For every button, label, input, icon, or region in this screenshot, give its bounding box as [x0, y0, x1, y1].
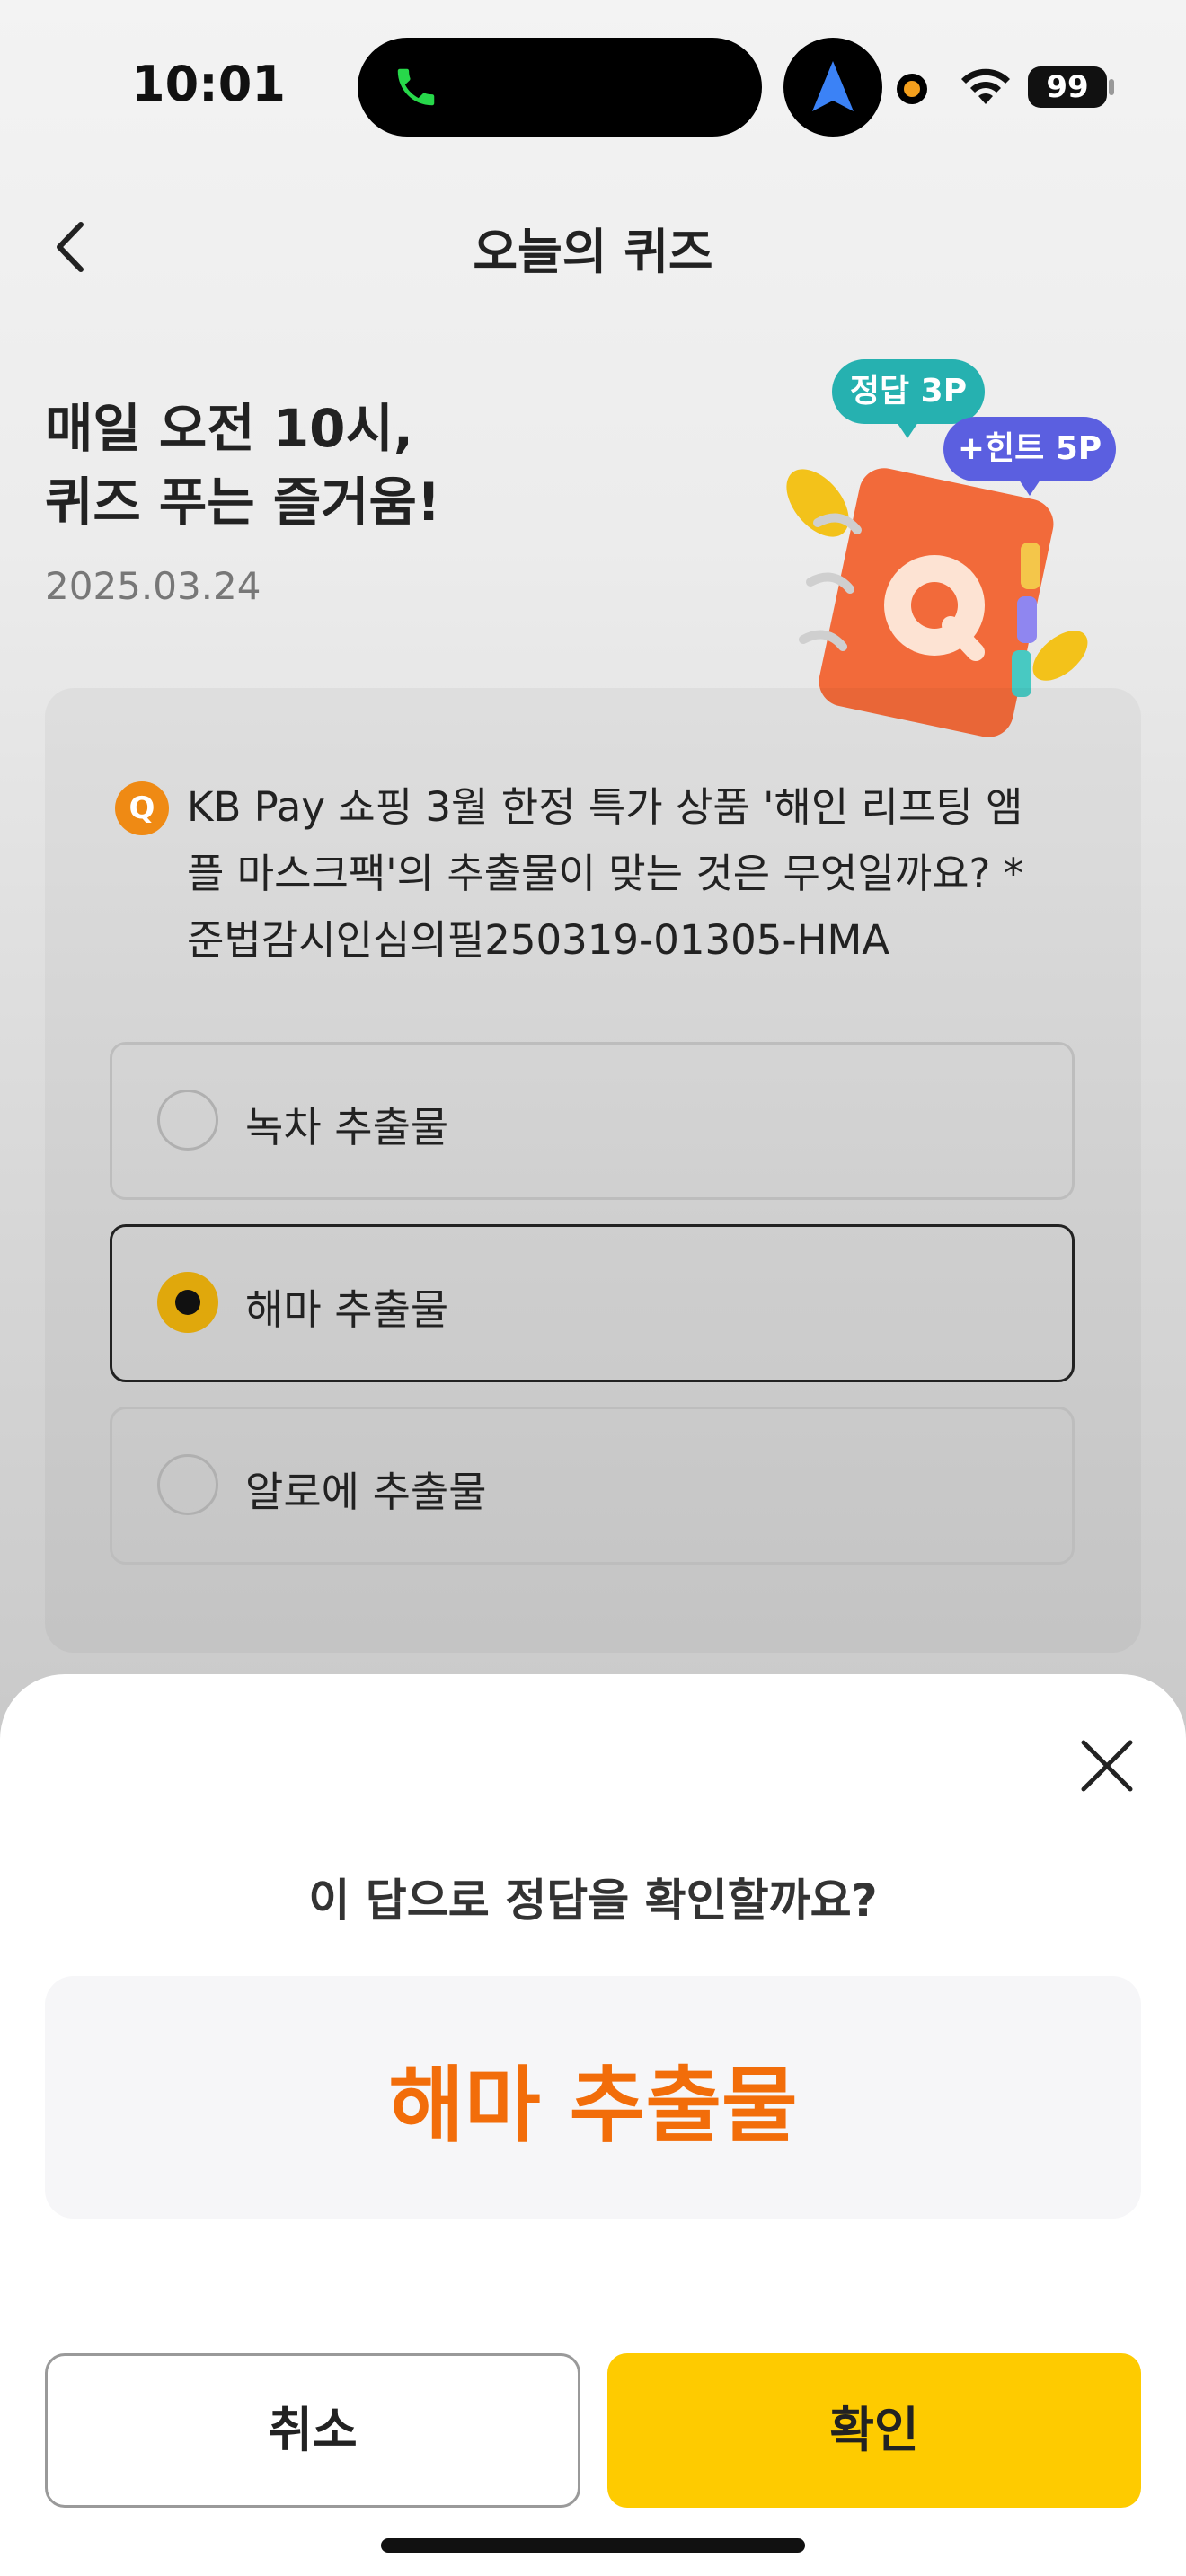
question-line: 준법감시인심의필250319-01305-HMA [187, 916, 890, 964]
question-line: KB Pay 쇼핑 3월 한정 특가 상품 '해인 리프팅 앰 [187, 783, 1023, 831]
navigation-indicator [783, 38, 882, 137]
question-badge: Q [115, 781, 169, 835]
confirm-button[interactable]: 확인 [607, 2353, 1141, 2508]
mic-indicator-dot [897, 74, 927, 104]
battery-indicator: 99 [1028, 66, 1107, 108]
hint-points-badge: +힌트 5P [943, 417, 1116, 496]
phone-call-icon [397, 68, 435, 106]
option-label: 해마 추출물 [245, 1285, 449, 1334]
hero-title-line1: 매일 오전 10시, [45, 398, 413, 459]
question-line: 플 마스크팩'의 추출물이 맞는 것은 무엇일까요? * [187, 850, 1024, 897]
quiz-date: 2025.03.24 [45, 564, 261, 608]
answer-option-1[interactable]: 녹차 추출물 [110, 1042, 1075, 1200]
status-time: 10:01 [131, 56, 286, 112]
wifi-icon [961, 68, 1010, 104]
selected-answer-text: 해마 추출물 [388, 2058, 798, 2154]
radio-button[interactable] [157, 1454, 218, 1515]
answer-option-2[interactable]: 해마 추출물 [110, 1224, 1075, 1382]
correct-points-badge: 정답 3P [832, 359, 985, 438]
dynamic-island[interactable] [358, 38, 762, 137]
radio-button-selected[interactable] [157, 1272, 218, 1333]
cancel-button[interactable]: 취소 [45, 2353, 580, 2508]
close-icon[interactable] [1076, 1735, 1137, 1796]
battery-cap [1109, 79, 1114, 95]
question-text: KB Pay 쇼핑 3월 한정 특가 상품 '해인 리프팅 앰 플 마스크팩'의… [187, 774, 1085, 974]
answer-option-3[interactable]: 알로에 추출물 [110, 1407, 1075, 1565]
page-title: 오늘의 퀴즈 [473, 224, 713, 280]
hero-title: 매일 오전 10시, 퀴즈 푸는 즐거움! [45, 392, 440, 539]
hero-title-line2: 퀴즈 푸는 즐거움! [45, 472, 441, 533]
home-indicator[interactable] [381, 2538, 805, 2553]
confirm-question: 이 답으로 정답을 확인할까요? [308, 1875, 878, 1927]
option-label: 녹차 추출물 [245, 1103, 449, 1151]
option-label: 알로에 추출물 [245, 1468, 487, 1516]
radio-button[interactable] [157, 1090, 218, 1151]
location-arrow-icon [812, 61, 854, 111]
